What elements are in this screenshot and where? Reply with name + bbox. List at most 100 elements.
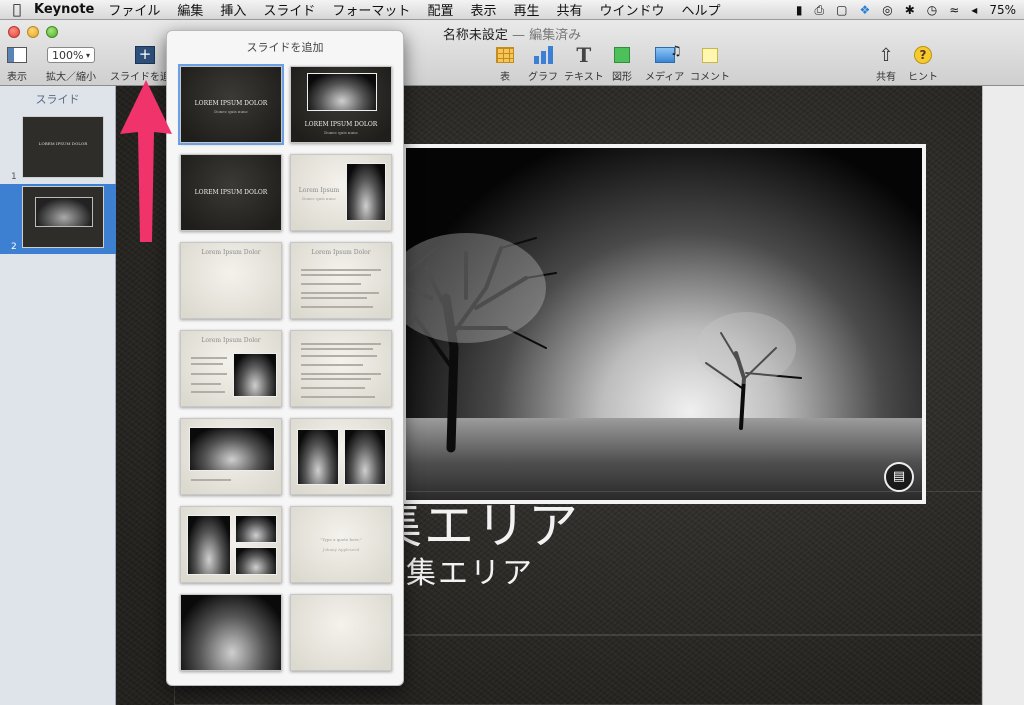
slide-number: 2	[11, 242, 17, 252]
layout-subtitle: Donec quis nunc	[324, 130, 358, 135]
window-title: 名称未設定 — 編集済み	[0, 24, 1024, 43]
share-button[interactable]: ⇧ 共有	[876, 44, 896, 84]
layout-title-only[interactable]: LOREM IPSUM DOLOR	[180, 154, 282, 231]
zoom-control[interactable]: 100% ▾ 拡大／縮小	[46, 44, 96, 83]
layout-photo	[235, 547, 277, 575]
layout-photo	[235, 515, 277, 543]
table-label: 表	[500, 72, 510, 83]
hint-button[interactable]: ? ヒント	[908, 44, 938, 83]
slide-thumbnail-photo	[35, 197, 93, 227]
layout-title: LOREM IPSUM DOLOR	[194, 100, 268, 107]
printer-icon[interactable]: ⎙	[814, 3, 824, 18]
media-button[interactable]: メディア	[645, 44, 684, 83]
layout-photo	[181, 595, 281, 670]
layout-photo	[189, 427, 275, 471]
layout-title: Lorem Ipsum	[298, 187, 340, 194]
chevron-down-icon: ▾	[85, 50, 90, 60]
menu-share[interactable]: 共有	[556, 0, 582, 19]
slide-thumbnail[interactable]	[22, 186, 104, 248]
menu-format[interactable]: フォーマット	[332, 0, 410, 19]
layout-title-center[interactable]: LOREM IPSUM DOLOR Donec quis nunc	[178, 64, 284, 145]
bluetooth-icon[interactable]: ✱	[905, 3, 915, 17]
document-name: 名称未設定	[442, 28, 508, 43]
layout-title: Lorem Ipsum Dolor	[201, 337, 261, 344]
time-machine-icon[interactable]: ◷	[927, 3, 937, 17]
layout-subtitle: Donec quis nunc	[302, 196, 336, 201]
layout-title-photo-vertical[interactable]: Lorem Ipsum Donec quis nunc	[290, 154, 392, 231]
menu-slide[interactable]: スライド	[263, 0, 315, 19]
volume-icon[interactable]: ◂	[971, 3, 977, 17]
menu-edit[interactable]: 編集	[177, 0, 203, 19]
bookmark-icon[interactable]: ▮	[796, 3, 803, 17]
view-button[interactable]: 表示	[7, 44, 27, 83]
layout-photo	[307, 73, 377, 111]
layout-photo-title[interactable]: LOREM IPSUM DOLOR Donec quis nunc	[290, 66, 392, 143]
layout-subtitle: Donec quis nunc	[214, 109, 248, 114]
compass-icon[interactable]: ◎	[882, 3, 892, 17]
table-icon	[496, 47, 514, 63]
hint-label: ヒント	[908, 72, 938, 83]
share-icon: ⇧	[878, 44, 894, 66]
layout-photo-horizontal[interactable]	[180, 418, 282, 495]
image-icon[interactable]: ▤	[884, 462, 914, 492]
navigator-slide-1[interactable]: LOREM IPSUM DOLOR 1	[0, 114, 116, 184]
menu-help[interactable]: ヘルプ	[682, 0, 721, 19]
layout-title-bullets[interactable]: Lorem Ipsum Dolor	[290, 242, 392, 319]
view-icon	[7, 47, 27, 63]
zoom-value: 100%	[52, 48, 84, 62]
comment-button[interactable]: コメント	[690, 44, 730, 83]
navigator-header: スライド	[35, 93, 80, 106]
table-button[interactable]: 表	[496, 44, 514, 83]
layout-photo	[297, 429, 339, 485]
text-button[interactable]: T テキスト	[564, 43, 604, 83]
layout-title: Lorem Ipsum Dolor	[201, 249, 261, 256]
menu-app-name[interactable]: Keynote	[34, 2, 94, 17]
slide-thumbnail-title: LOREM IPSUM DOLOR	[38, 141, 88, 146]
menu-file[interactable]: ファイル	[108, 0, 160, 19]
layout-title: LOREM IPSUM DOLOR	[304, 121, 378, 128]
menu-window[interactable]: ウインドウ	[600, 0, 665, 19]
slide-photo[interactable]: ▤	[402, 144, 926, 504]
layout-bullets[interactable]	[290, 330, 392, 407]
layout-two-photos[interactable]	[290, 418, 392, 495]
shape-label: 図形	[612, 72, 632, 83]
apple-menu-icon[interactable]: 	[0, 2, 34, 18]
view-label: 表示	[7, 72, 27, 83]
plus-icon: +	[135, 46, 155, 64]
tree-silhouettes	[406, 233, 802, 453]
layout-title: LOREM IPSUM DOLOR	[194, 189, 268, 196]
layout-photo	[344, 429, 386, 485]
media-label: メディア	[645, 72, 685, 83]
chart-button[interactable]: グラフ	[528, 44, 558, 83]
media-icon	[654, 44, 682, 63]
battery-percent[interactable]: 75%	[989, 3, 1016, 17]
dropbox-icon[interactable]: ❖	[859, 3, 870, 17]
add-slide-popover: スライドを追加 LOREM IPSUM DOLOR Donec quis nun…	[166, 30, 404, 686]
comment-label: コメント	[690, 72, 730, 83]
annotation-arrow-icon	[120, 80, 172, 242]
zoom-select[interactable]: 100% ▾	[47, 47, 95, 63]
layout-photo	[187, 515, 231, 575]
menu-play[interactable]: 再生	[513, 0, 539, 19]
menu-arrange[interactable]: 配置	[427, 0, 453, 19]
layout-quote-text: "Type a quote here."	[320, 537, 362, 542]
chart-label: グラフ	[528, 72, 558, 83]
navigator-slide-2[interactable]: 2	[0, 184, 116, 254]
share-label: 共有	[876, 72, 896, 83]
layout-photo-full[interactable]	[180, 594, 282, 671]
wifi-icon[interactable]: ≈	[949, 3, 959, 17]
shape-button[interactable]: 図形	[612, 44, 632, 83]
layout-title-bullets-photo[interactable]: Lorem Ipsum Dolor	[180, 330, 282, 407]
layout-title-top[interactable]: Lorem Ipsum Dolor	[180, 242, 282, 319]
window-icon[interactable]: ▢	[836, 3, 847, 17]
status-area: ▮ ⎙ ▢ ❖ ◎ ✱ ◷ ≈ ◂ 75%	[784, 0, 1024, 20]
menu-view[interactable]: 表示	[470, 0, 496, 19]
layout-blank[interactable]	[290, 594, 392, 671]
layout-quote[interactable]: "Type a quote here." Johnny Appleseed	[290, 506, 392, 583]
inspector-edge	[982, 86, 1024, 705]
layout-three-photos[interactable]	[180, 506, 282, 583]
text-label: テキスト	[564, 72, 604, 83]
slide-thumbnail[interactable]: LOREM IPSUM DOLOR	[22, 116, 104, 178]
layout-title: Lorem Ipsum Dolor	[311, 249, 371, 256]
menu-insert[interactable]: 挿入	[220, 0, 246, 19]
